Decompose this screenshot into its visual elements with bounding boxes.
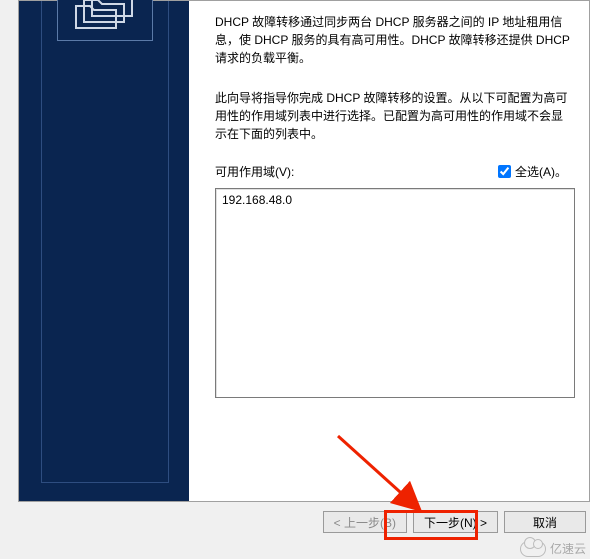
next-button[interactable]: 下一步(N) >: [413, 511, 498, 533]
scope-listbox[interactable]: 192.168.48.0: [215, 188, 575, 398]
scope-item[interactable]: 192.168.48.0: [222, 192, 568, 208]
wizard-right-pane: DHCP 故障转移通过同步两台 DHCP 服务器之间的 IP 地址租用信息，使 …: [215, 1, 573, 398]
wizard-button-bar: < 上一步(B) 下一步(N) > 取消: [18, 502, 590, 542]
cloud-icon: [520, 541, 546, 557]
select-all-checkbox-wrap[interactable]: 全选(A)。: [498, 163, 567, 180]
cancel-button[interactable]: 取消: [504, 511, 586, 533]
select-all-label: 全选(A)。: [515, 163, 567, 180]
watermark-text: 亿速云: [550, 540, 586, 557]
folder-stack-icon: [57, 0, 153, 41]
select-all-checkbox[interactable]: [498, 165, 511, 178]
description-1: DHCP 故障转移通过同步两台 DHCP 服务器之间的 IP 地址租用信息，使 …: [215, 13, 573, 67]
scope-label: 可用作用域(V):: [215, 163, 294, 180]
watermark: 亿速云: [520, 540, 586, 557]
description-2: 此向导将指导你完成 DHCP 故障转移的设置。从以下可配置为高可用性的作用域列表…: [215, 89, 573, 143]
wizard-body: DHCP 故障转移通过同步两台 DHCP 服务器之间的 IP 地址租用信息，使 …: [18, 0, 590, 502]
wizard-left-banner: [19, 1, 189, 501]
back-button: < 上一步(B): [323, 511, 407, 533]
banner-frame: [41, 1, 169, 483]
